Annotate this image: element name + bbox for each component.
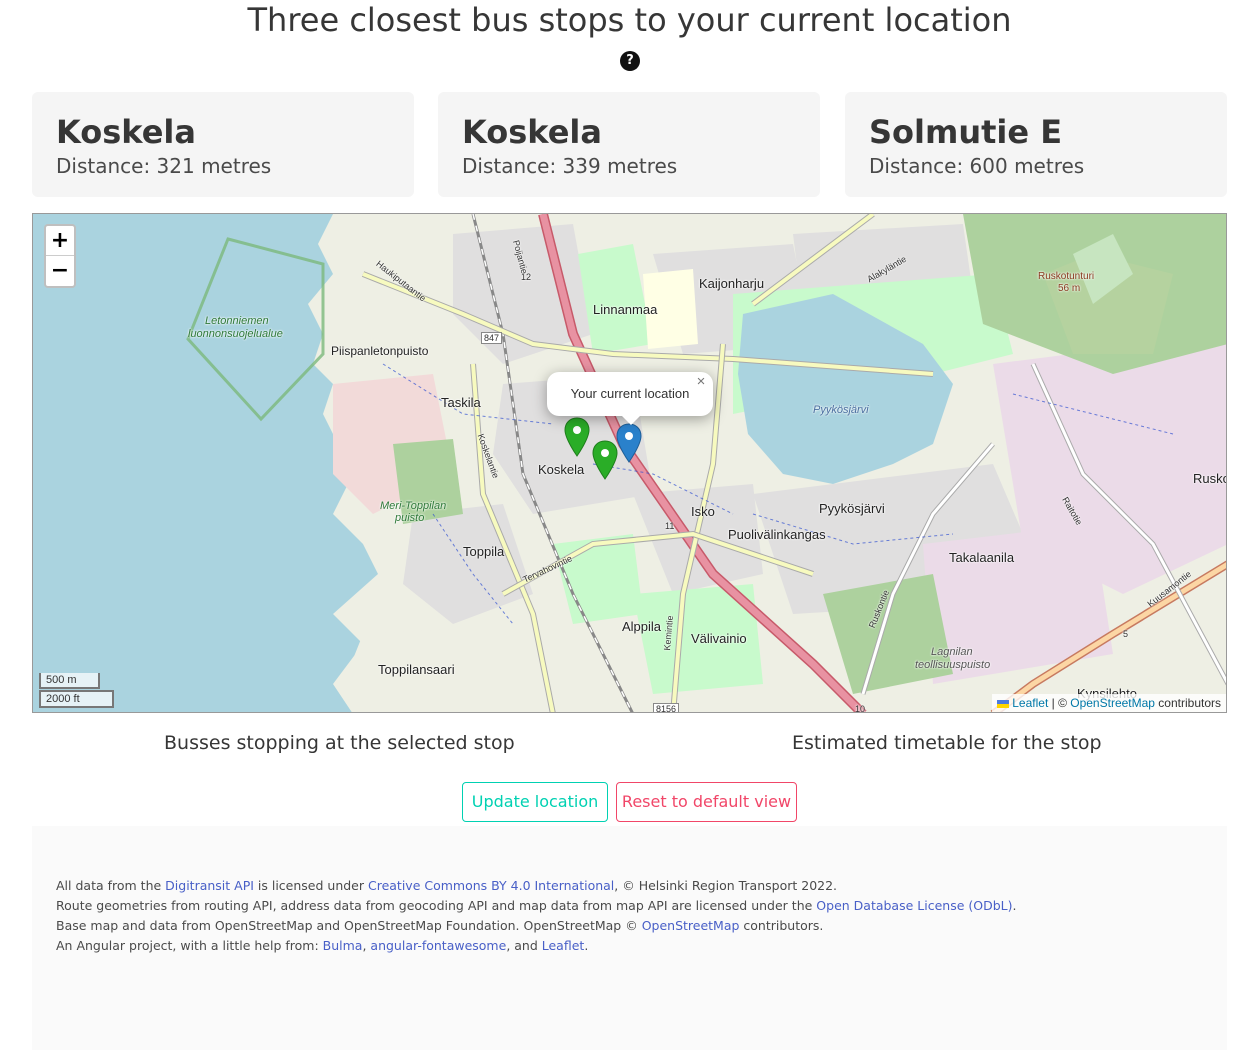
map-label: Kaijonharju [699,276,765,291]
map-label: Alppila [622,619,662,634]
stop-name: Solmutie E [869,113,1063,151]
footer: All data from the Digitransit API is lic… [32,826,1227,1050]
footer-text: contributors. [739,918,824,933]
popup-text: Your current location [570,386,690,401]
stop-distance: Distance: 600 metres [869,154,1085,178]
leaflet-footer-link[interactable]: Leaflet [542,938,585,953]
map-label: Ruskotunturi [1038,271,1095,282]
attribution-separator: | © [1048,696,1071,710]
stop-distance: Distance: 321 metres [56,154,272,178]
busses-section-label: Busses stopping at the selected stop [164,732,515,754]
map-label: luonnonsuojelualue [188,328,283,340]
map[interactable]: Kaijonharju Linnanmaa Letonniemen luonno… [32,213,1227,713]
footer-line: Route geometries from routing API, addre… [56,896,1203,916]
digitransit-link[interactable]: Digitransit API [165,878,254,893]
stop-name: Koskela [56,113,196,151]
bulma-link[interactable]: Bulma [323,938,363,953]
openstreetmap-link[interactable]: OpenStreetMap [642,918,740,933]
map-label: 11 [665,521,675,531]
popup-tip [621,415,641,425]
footer-text: All data from the [56,878,166,893]
page-title: Three closest bus stops to your current … [247,1,1012,39]
map-label: Rusko [1193,471,1227,486]
attribution-contributors: contributors [1154,696,1221,710]
bus-stop-card[interactable]: Koskela Distance: 339 metres [438,92,820,197]
footer-text: , and [506,938,542,953]
osm-link[interactable]: OpenStreetMap [1070,696,1155,710]
footer-line: An Angular project, with a little help f… [56,936,1203,956]
footer-text: . [1012,898,1017,913]
map-label: 10 [855,704,866,713]
map-label: Välivainio [691,631,747,646]
update-location-button[interactable]: Update location [462,782,608,822]
bus-stop-cards: Koskela Distance: 321 metres Koskela Dis… [32,92,1227,197]
map-label: 56 m [1058,283,1081,294]
map-label: Pyykösjärvi [813,404,869,416]
stop-name: Koskela [462,113,602,151]
footer-text: An Angular project, with a little help f… [56,938,323,953]
bus-stop-marker-icon[interactable] [564,417,590,457]
map-label: 8156 [653,703,680,712]
map-label: Letonniemen [205,315,269,327]
footer-line: All data from the Digitransit API is lic… [56,876,1203,896]
map-label: 847 [481,332,503,344]
current-location-marker-icon[interactable] [616,423,642,463]
map-tiles [33,214,1226,712]
ukraine-flag-icon [997,699,1010,708]
scale-imperial: 2000 ft [39,690,114,708]
map-label: Lagnilan [931,646,973,658]
angular-fontawesome-link[interactable]: angular-fontawesome [370,938,506,953]
map-label: Takalaanila [949,550,1015,565]
map-label: Piispanletonpuisto [331,344,429,358]
question-circle-icon[interactable]: ? [620,51,640,71]
map-label: teollisuuspuisto [915,659,991,671]
map-label: puisto [395,512,425,524]
map-label: 5 [1123,629,1129,639]
cc-license-link[interactable]: Creative Commons BY 4.0 International [368,878,614,893]
bus-stop-marker-icon[interactable] [592,440,618,480]
zoom-in-button[interactable]: + [46,226,74,256]
bus-stop-card[interactable]: Solmutie E Distance: 600 metres [845,92,1227,197]
stop-distance: Distance: 339 metres [462,154,678,178]
timetable-section-label: Estimated timetable for the stop [792,732,1102,754]
map-label: Pyykösjärvi [819,501,885,516]
footer-text: , © Helsinki Region Transport 2022. [614,878,838,893]
map-attribution: Leaflet | © OpenStreetMap contributors [992,694,1226,712]
odbl-link[interactable]: Open Database License (ODbL) [816,898,1012,913]
map-label: Puolivälinkangas [728,527,826,542]
footer-text: Route geometries from routing API, addre… [56,898,817,913]
map-label: Toppilansaari [378,662,455,677]
map-label: Toppila [463,544,505,559]
map-label: Koskela [538,462,585,477]
bus-stop-card[interactable]: Koskela Distance: 321 metres [32,92,414,197]
footer-text: is licensed under [253,878,368,893]
location-popup: Your current location [547,372,713,416]
footer-text: Base map and data from OpenStreetMap and… [56,918,642,933]
leaflet-link[interactable]: Leaflet [1012,696,1048,710]
zoom-control: + − [44,224,76,288]
zoom-out-button[interactable]: − [46,256,74,286]
map-label: Linnanmaa [593,302,658,317]
footer-text: . [584,938,589,953]
close-icon[interactable]: × [694,374,708,389]
map-label: Meri-Toppilan [380,500,447,512]
map-label: Taskila [441,395,481,410]
footer-line: Base map and data from OpenStreetMap and… [56,916,1203,936]
reset-view-button[interactable]: Reset to default view [616,782,797,822]
scale-metric: 500 m [39,673,100,689]
map-label: Isko [691,504,715,519]
